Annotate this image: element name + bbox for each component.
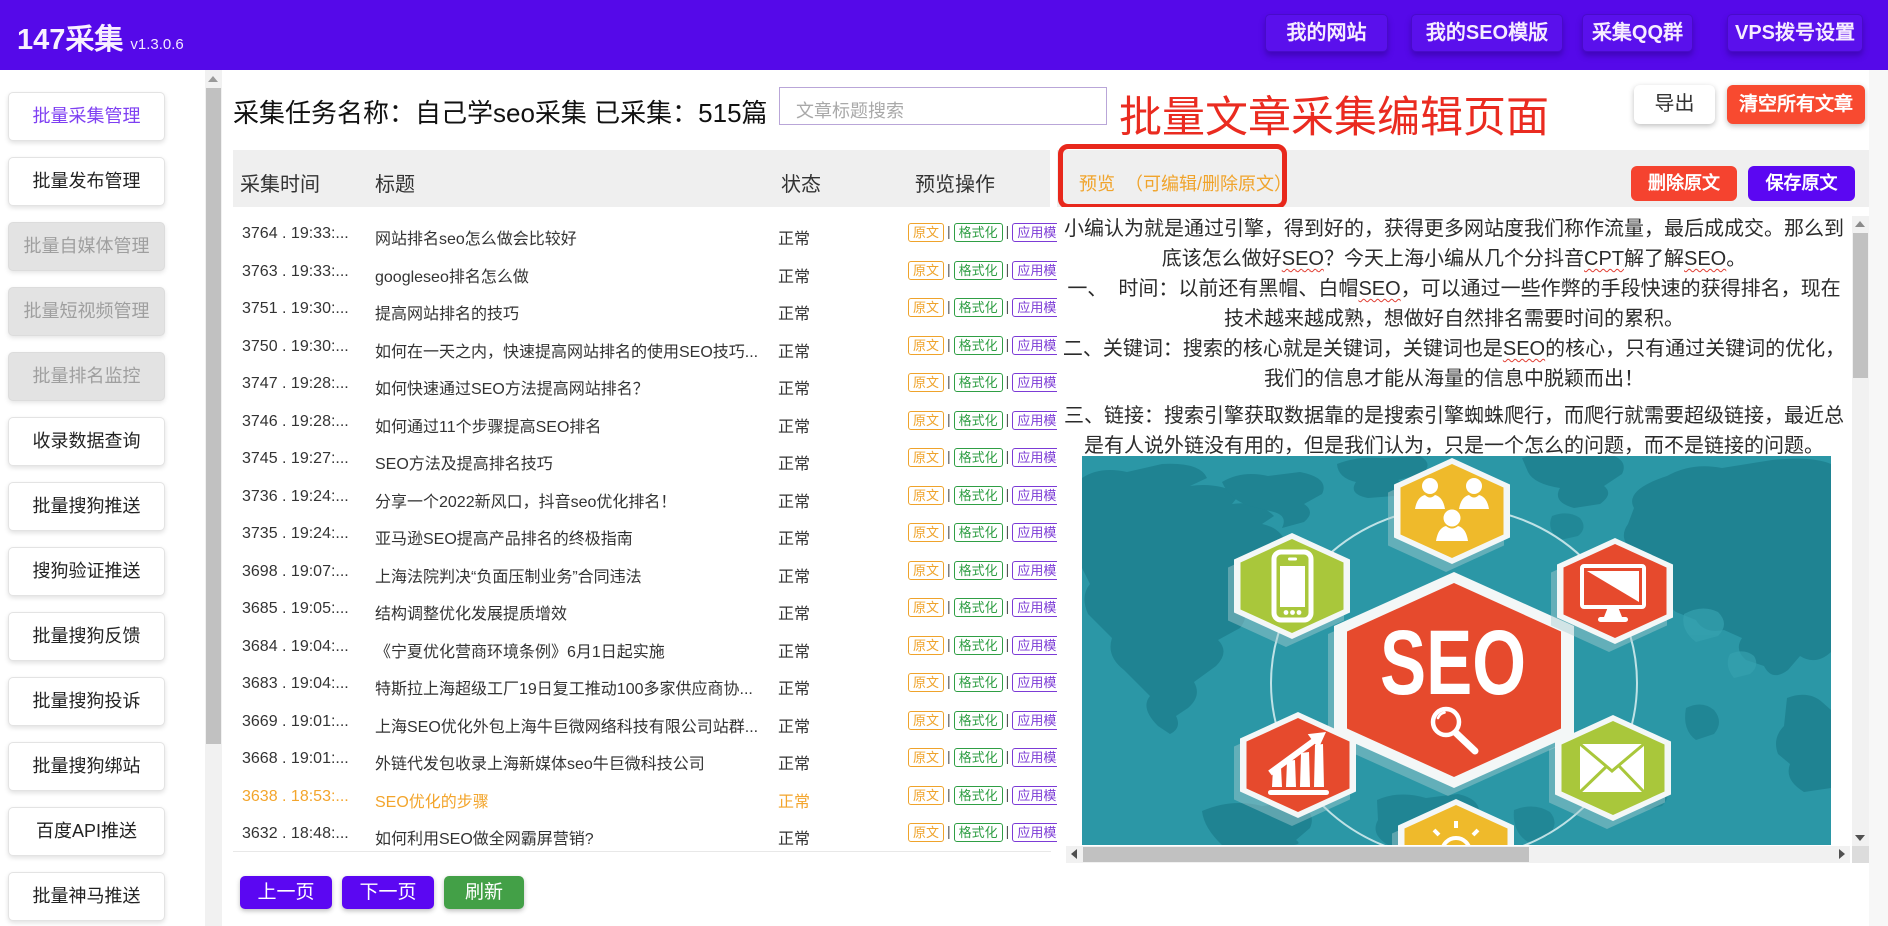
svg-text:SEO: SEO	[1380, 612, 1526, 714]
